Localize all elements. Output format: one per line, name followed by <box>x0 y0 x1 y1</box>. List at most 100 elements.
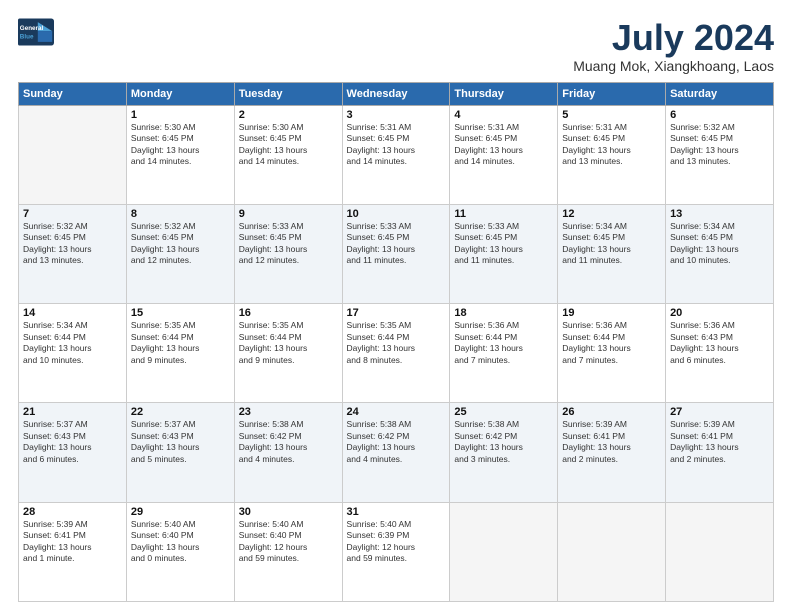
table-row: 3Sunrise: 5:31 AM Sunset: 6:45 PM Daylig… <box>342 105 450 204</box>
day-number: 16 <box>239 307 338 319</box>
table-row: 23Sunrise: 5:38 AM Sunset: 6:42 PM Dayli… <box>234 403 342 502</box>
day-number: 12 <box>562 208 661 220</box>
svg-text:General: General <box>20 25 44 32</box>
table-row: 6Sunrise: 5:32 AM Sunset: 6:45 PM Daylig… <box>666 105 774 204</box>
table-row <box>558 502 666 601</box>
day-info: Sunrise: 5:39 AM Sunset: 6:41 PM Dayligh… <box>23 519 122 565</box>
table-row: 18Sunrise: 5:36 AM Sunset: 6:44 PM Dayli… <box>450 304 558 403</box>
day-info: Sunrise: 5:32 AM Sunset: 6:45 PM Dayligh… <box>670 122 769 168</box>
table-row: 20Sunrise: 5:36 AM Sunset: 6:43 PM Dayli… <box>666 304 774 403</box>
calendar-week-row: 28Sunrise: 5:39 AM Sunset: 6:41 PM Dayli… <box>19 502 774 601</box>
day-number: 28 <box>23 506 122 518</box>
day-info: Sunrise: 5:30 AM Sunset: 6:45 PM Dayligh… <box>131 122 230 168</box>
calendar-week-row: 1Sunrise: 5:30 AM Sunset: 6:45 PM Daylig… <box>19 105 774 204</box>
table-row: 29Sunrise: 5:40 AM Sunset: 6:40 PM Dayli… <box>126 502 234 601</box>
day-number: 23 <box>239 406 338 418</box>
table-row: 27Sunrise: 5:39 AM Sunset: 6:41 PM Dayli… <box>666 403 774 502</box>
day-info: Sunrise: 5:35 AM Sunset: 6:44 PM Dayligh… <box>131 320 230 366</box>
day-number: 29 <box>131 506 230 518</box>
day-number: 26 <box>562 406 661 418</box>
calendar-week-row: 7Sunrise: 5:32 AM Sunset: 6:45 PM Daylig… <box>19 204 774 303</box>
calendar-week-row: 14Sunrise: 5:34 AM Sunset: 6:44 PM Dayli… <box>19 304 774 403</box>
day-number: 25 <box>454 406 553 418</box>
day-info: Sunrise: 5:38 AM Sunset: 6:42 PM Dayligh… <box>454 419 553 465</box>
day-number: 18 <box>454 307 553 319</box>
day-info: Sunrise: 5:39 AM Sunset: 6:41 PM Dayligh… <box>562 419 661 465</box>
day-number: 24 <box>347 406 446 418</box>
table-row: 13Sunrise: 5:34 AM Sunset: 6:45 PM Dayli… <box>666 204 774 303</box>
table-row: 14Sunrise: 5:34 AM Sunset: 6:44 PM Dayli… <box>19 304 127 403</box>
day-info: Sunrise: 5:35 AM Sunset: 6:44 PM Dayligh… <box>347 320 446 366</box>
table-row: 21Sunrise: 5:37 AM Sunset: 6:43 PM Dayli… <box>19 403 127 502</box>
day-info: Sunrise: 5:32 AM Sunset: 6:45 PM Dayligh… <box>131 221 230 267</box>
day-info: Sunrise: 5:34 AM Sunset: 6:44 PM Dayligh… <box>23 320 122 366</box>
day-number: 3 <box>347 109 446 121</box>
col-monday: Monday <box>126 82 234 105</box>
day-info: Sunrise: 5:36 AM Sunset: 6:44 PM Dayligh… <box>454 320 553 366</box>
calendar-week-row: 21Sunrise: 5:37 AM Sunset: 6:43 PM Dayli… <box>19 403 774 502</box>
col-friday: Friday <box>558 82 666 105</box>
day-number: 9 <box>239 208 338 220</box>
table-row: 26Sunrise: 5:39 AM Sunset: 6:41 PM Dayli… <box>558 403 666 502</box>
header: General Blue July 2024 Muang Mok, Xiangk… <box>18 18 774 74</box>
col-thursday: Thursday <box>450 82 558 105</box>
table-row <box>666 502 774 601</box>
table-row: 9Sunrise: 5:33 AM Sunset: 6:45 PM Daylig… <box>234 204 342 303</box>
table-row: 25Sunrise: 5:38 AM Sunset: 6:42 PM Dayli… <box>450 403 558 502</box>
day-info: Sunrise: 5:38 AM Sunset: 6:42 PM Dayligh… <box>239 419 338 465</box>
svg-text:Blue: Blue <box>20 33 34 40</box>
day-number: 17 <box>347 307 446 319</box>
day-info: Sunrise: 5:31 AM Sunset: 6:45 PM Dayligh… <box>347 122 446 168</box>
day-info: Sunrise: 5:39 AM Sunset: 6:41 PM Dayligh… <box>670 419 769 465</box>
day-number: 14 <box>23 307 122 319</box>
day-info: Sunrise: 5:34 AM Sunset: 6:45 PM Dayligh… <box>562 221 661 267</box>
day-info: Sunrise: 5:36 AM Sunset: 6:44 PM Dayligh… <box>562 320 661 366</box>
table-row: 15Sunrise: 5:35 AM Sunset: 6:44 PM Dayli… <box>126 304 234 403</box>
day-info: Sunrise: 5:30 AM Sunset: 6:45 PM Dayligh… <box>239 122 338 168</box>
day-number: 19 <box>562 307 661 319</box>
logo: General Blue <box>18 18 54 46</box>
page: General Blue July 2024 Muang Mok, Xiangk… <box>0 0 792 612</box>
day-info: Sunrise: 5:31 AM Sunset: 6:45 PM Dayligh… <box>562 122 661 168</box>
logo-icon: General Blue <box>18 18 54 46</box>
day-info: Sunrise: 5:37 AM Sunset: 6:43 PM Dayligh… <box>23 419 122 465</box>
table-row: 28Sunrise: 5:39 AM Sunset: 6:41 PM Dayli… <box>19 502 127 601</box>
day-info: Sunrise: 5:31 AM Sunset: 6:45 PM Dayligh… <box>454 122 553 168</box>
table-row: 11Sunrise: 5:33 AM Sunset: 6:45 PM Dayli… <box>450 204 558 303</box>
day-number: 6 <box>670 109 769 121</box>
table-row: 12Sunrise: 5:34 AM Sunset: 6:45 PM Dayli… <box>558 204 666 303</box>
table-row: 4Sunrise: 5:31 AM Sunset: 6:45 PM Daylig… <box>450 105 558 204</box>
day-number: 30 <box>239 506 338 518</box>
day-number: 31 <box>347 506 446 518</box>
day-number: 4 <box>454 109 553 121</box>
calendar-header-row: Sunday Monday Tuesday Wednesday Thursday… <box>19 82 774 105</box>
day-info: Sunrise: 5:33 AM Sunset: 6:45 PM Dayligh… <box>454 221 553 267</box>
day-info: Sunrise: 5:40 AM Sunset: 6:40 PM Dayligh… <box>131 519 230 565</box>
day-info: Sunrise: 5:36 AM Sunset: 6:43 PM Dayligh… <box>670 320 769 366</box>
day-number: 27 <box>670 406 769 418</box>
table-row: 5Sunrise: 5:31 AM Sunset: 6:45 PM Daylig… <box>558 105 666 204</box>
table-row: 2Sunrise: 5:30 AM Sunset: 6:45 PM Daylig… <box>234 105 342 204</box>
day-info: Sunrise: 5:32 AM Sunset: 6:45 PM Dayligh… <box>23 221 122 267</box>
main-title: July 2024 <box>573 18 774 58</box>
table-row: 7Sunrise: 5:32 AM Sunset: 6:45 PM Daylig… <box>19 204 127 303</box>
day-number: 10 <box>347 208 446 220</box>
day-info: Sunrise: 5:40 AM Sunset: 6:40 PM Dayligh… <box>239 519 338 565</box>
col-tuesday: Tuesday <box>234 82 342 105</box>
day-number: 15 <box>131 307 230 319</box>
day-number: 7 <box>23 208 122 220</box>
table-row: 8Sunrise: 5:32 AM Sunset: 6:45 PM Daylig… <box>126 204 234 303</box>
table-row: 22Sunrise: 5:37 AM Sunset: 6:43 PM Dayli… <box>126 403 234 502</box>
table-row: 10Sunrise: 5:33 AM Sunset: 6:45 PM Dayli… <box>342 204 450 303</box>
calendar-table: Sunday Monday Tuesday Wednesday Thursday… <box>18 82 774 602</box>
col-wednesday: Wednesday <box>342 82 450 105</box>
day-number: 8 <box>131 208 230 220</box>
day-number: 11 <box>454 208 553 220</box>
table-row: 19Sunrise: 5:36 AM Sunset: 6:44 PM Dayli… <box>558 304 666 403</box>
day-info: Sunrise: 5:37 AM Sunset: 6:43 PM Dayligh… <box>131 419 230 465</box>
title-block: July 2024 Muang Mok, Xiangkhoang, Laos <box>573 18 774 74</box>
table-row: 16Sunrise: 5:35 AM Sunset: 6:44 PM Dayli… <box>234 304 342 403</box>
table-row: 17Sunrise: 5:35 AM Sunset: 6:44 PM Dayli… <box>342 304 450 403</box>
day-number: 1 <box>131 109 230 121</box>
day-number: 5 <box>562 109 661 121</box>
